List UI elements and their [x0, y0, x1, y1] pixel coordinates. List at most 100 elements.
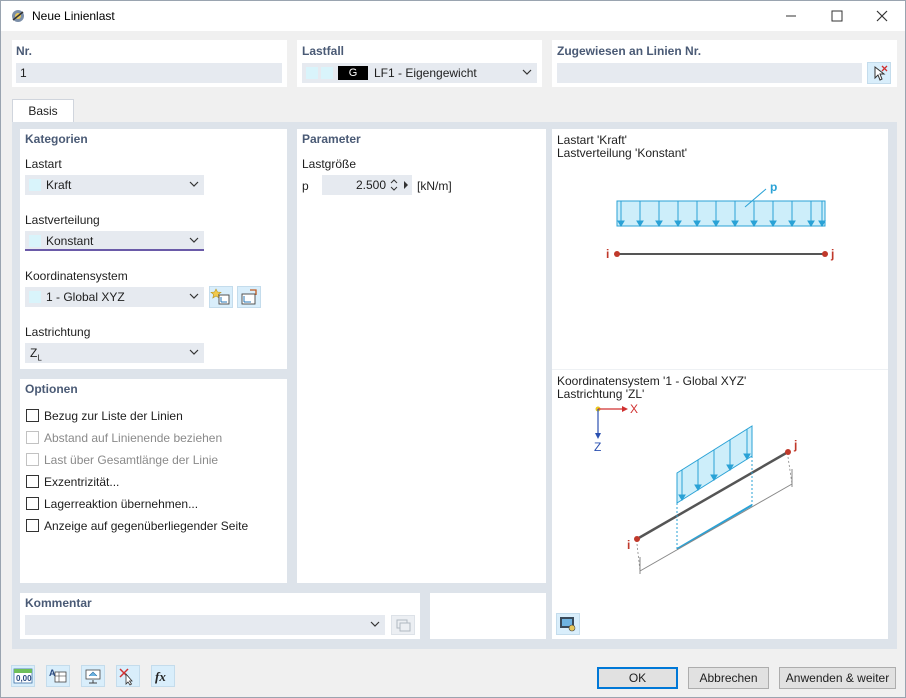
- expand-arrow-icon[interactable]: [402, 179, 410, 191]
- lastgroesse-symbol: p: [302, 179, 309, 193]
- lastgroesse-input[interactable]: 2.500: [322, 175, 412, 195]
- tab-basis[interactable]: Basis: [12, 99, 74, 123]
- lastart-select[interactable]: Kraft: [25, 175, 204, 195]
- ok-button[interactable]: OK: [597, 667, 678, 689]
- minimize-button[interactable]: [768, 1, 813, 31]
- parameter-heading: Parameter: [302, 132, 361, 146]
- app-icon: [12, 10, 24, 22]
- pick-cursor-icon: [874, 65, 888, 81]
- kommentar-copy-button[interactable]: [391, 615, 415, 635]
- preview-options-button[interactable]: [556, 613, 580, 635]
- checkbox-bezug-liste[interactable]: [26, 409, 39, 422]
- close-icon: [876, 10, 887, 22]
- checkbox-exzentrizitaet[interactable]: [26, 475, 39, 488]
- apply-and-continue-button[interactable]: Anwenden & weiter: [779, 667, 896, 689]
- kommentar-panel: Kommentar: [20, 593, 420, 639]
- koordinatensystem-label: Koordinatensystem: [25, 269, 128, 283]
- preview-lastverteilung-text: Lastverteilung 'Konstant': [557, 146, 687, 160]
- chevron-down-icon: [189, 181, 199, 187]
- chevron-down-icon: [522, 69, 532, 75]
- preview-koordinatensystem-text: Koordinatensystem '1 - Global XYZ': [557, 374, 747, 388]
- checkbox-abstand-linienende[interactable]: [26, 431, 39, 444]
- formula-button[interactable]: fx: [151, 665, 175, 687]
- spin-updown-icon[interactable]: [389, 177, 399, 193]
- preview-lastart-text: Lastart 'Kraft': [557, 133, 627, 147]
- nr-field[interactable]: 1: [16, 63, 282, 83]
- copy-icon: [396, 619, 411, 632]
- preview-divider: [552, 369, 888, 370]
- units-button[interactable]: 0,00: [11, 665, 35, 687]
- checkbox-lagerreaktion[interactable]: [26, 497, 39, 510]
- parameter-panel: Parameter Lastgröße p 2.500 [kN/m]: [297, 129, 546, 583]
- lastfall-label: Lastfall: [302, 44, 345, 58]
- axis-x-label: X: [630, 402, 638, 416]
- lastfall-select[interactable]: G LF1 - Eigengewicht: [302, 63, 537, 83]
- dimension-ext-right: [787, 456, 793, 485]
- delete-icon: [119, 668, 133, 686]
- lastart-value: Kraft: [46, 178, 72, 192]
- node-i: [614, 251, 620, 257]
- lastrichtung-value: ZL: [30, 346, 42, 362]
- node-i-3d: [634, 536, 640, 542]
- view-button[interactable]: [81, 665, 105, 687]
- checkbox-gesamtlaenge[interactable]: [26, 453, 39, 466]
- lastverteilung-label: Lastverteilung: [25, 213, 100, 227]
- node-j-label-3d: j: [793, 438, 797, 452]
- node-j: [822, 251, 828, 257]
- checkbox-gegenueberliegende-seite-label: Anzeige auf gegenüberliegender Seite: [44, 519, 249, 533]
- new-coordinate-system-icon: [210, 288, 230, 305]
- zugewiesen-panel: Zugewiesen an Linien Nr.: [552, 40, 897, 87]
- lastverteilung-swatch: [29, 235, 41, 247]
- chevron-down-icon: [370, 621, 380, 627]
- minimize-icon: [785, 15, 796, 17]
- checkbox-gegenueberliegende-seite[interactable]: [26, 519, 39, 532]
- svg-text:A: A: [49, 668, 56, 678]
- cancel-button[interactable]: Abbrechen: [688, 667, 769, 689]
- lastart-label: Lastart: [25, 157, 62, 171]
- close-button[interactable]: [859, 1, 904, 31]
- lastrichtung-select[interactable]: ZL: [25, 343, 204, 363]
- zugewiesen-field[interactable]: [557, 63, 862, 83]
- lastrichtung-label: Lastrichtung: [25, 325, 91, 339]
- koordinatensystem-value: 1 - Global XYZ: [46, 290, 125, 304]
- kategorien-heading: Kategorien: [25, 132, 88, 146]
- chevron-down-icon: [189, 349, 199, 355]
- checkbox-lagerreaktion-label: Lagerreaktion übernehmen...: [44, 497, 199, 511]
- pick-lines-button[interactable]: [867, 62, 891, 84]
- node-j-label: j: [830, 247, 834, 261]
- view-icon: [85, 669, 101, 684]
- node-j-3d: [785, 449, 791, 455]
- table-button[interactable]: A: [46, 665, 70, 687]
- dialog-window: Neue Linienlast Nr. 1 Lastfall G LF1 - E…: [0, 0, 906, 698]
- svg-text:fx: fx: [155, 669, 166, 684]
- new-coordinate-system-button[interactable]: [209, 286, 233, 308]
- axis-x-arrow: [622, 406, 628, 412]
- load-diagram-3d: X Z i j: [594, 402, 797, 574]
- lastverteilung-select[interactable]: Konstant: [25, 231, 204, 251]
- lastgroesse-unit: [kN/m]: [417, 179, 452, 193]
- node-i-label: i: [606, 247, 609, 261]
- nr-label: Nr.: [16, 44, 33, 58]
- maximize-button[interactable]: [814, 1, 859, 31]
- optionen-heading: Optionen: [25, 382, 78, 396]
- delete-button[interactable]: [116, 665, 140, 687]
- maximize-icon: [831, 10, 842, 22]
- load-projection-line: [676, 504, 753, 550]
- lastfall-panel: Lastfall G LF1 - Eigengewicht: [297, 40, 542, 87]
- load-diagram-top: p i j: [606, 180, 834, 261]
- lastgroesse-label: Lastgröße: [302, 157, 357, 171]
- lastfall-swatch-2: [321, 67, 333, 79]
- zugewiesen-label: Zugewiesen an Linien Nr.: [557, 44, 702, 58]
- checkbox-exzentrizitaet-label: Exzentrizität...: [44, 475, 120, 489]
- kommentar-select[interactable]: [25, 615, 385, 635]
- lastverteilung-value: Konstant: [46, 234, 94, 248]
- dimension-line: [639, 483, 793, 572]
- lastfall-code-badge: G: [338, 66, 368, 80]
- lastfall-swatch-1: [306, 67, 318, 79]
- checkbox-gesamtlaenge-label: Last über Gesamtlänge der Linie: [44, 453, 219, 467]
- node-i-label-3d: i: [627, 538, 630, 552]
- koordinatensystem-select[interactable]: 1 - Global XYZ: [25, 287, 204, 307]
- nr-panel: Nr. 1: [12, 40, 287, 87]
- load-symbol-p: p: [770, 180, 777, 194]
- edit-coordinate-system-button[interactable]: [237, 286, 261, 308]
